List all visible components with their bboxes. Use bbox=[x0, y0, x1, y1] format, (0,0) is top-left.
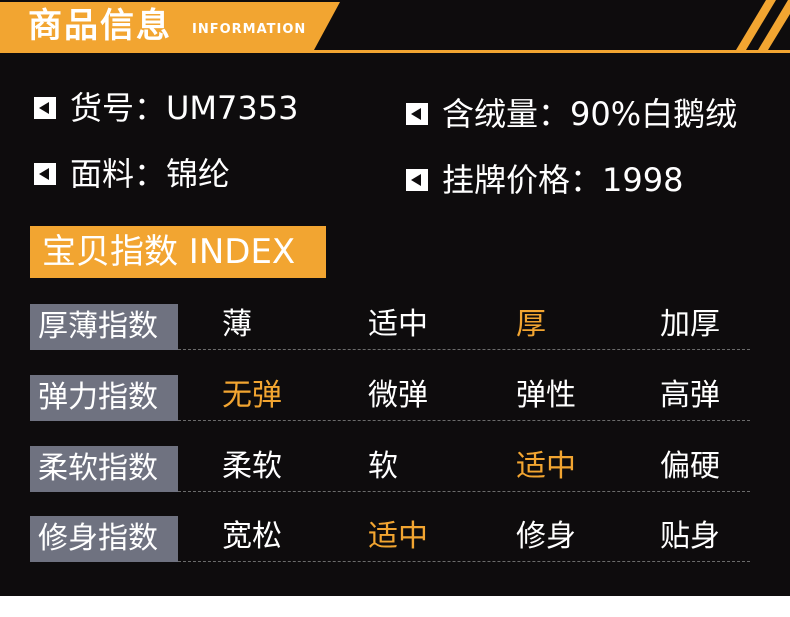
scale-label: 厚薄指数 bbox=[38, 309, 158, 344]
info-tag-price-text: 挂牌价格：1998 bbox=[442, 161, 684, 199]
scale-row-fit: 修身指数 宽松 适中 修身 贴身 bbox=[30, 516, 750, 564]
scale-option: 修身 bbox=[516, 519, 576, 554]
info-item-number: 货号：UM7353 bbox=[34, 88, 298, 128]
section-header: 商品信息 INFORMATION bbox=[0, 0, 790, 53]
scale-label-box: 柔软指数 bbox=[30, 446, 178, 492]
info-item-number-text: 货号：UM7353 bbox=[70, 89, 299, 127]
bullet-arrow-icon bbox=[406, 103, 428, 125]
header-stripes-icon bbox=[736, 0, 790, 50]
header-subtitle: INFORMATION bbox=[192, 22, 307, 37]
scale-option: 加厚 bbox=[660, 307, 720, 342]
info-down-content-text: 含绒量：90%白鹅绒 bbox=[442, 95, 738, 133]
scale-option: 贴身 bbox=[660, 519, 720, 554]
bullet-arrow-icon bbox=[406, 169, 428, 191]
scale-option: 高弹 bbox=[660, 378, 720, 413]
header-underline bbox=[0, 50, 790, 53]
scale-option: 柔软 bbox=[222, 449, 282, 484]
scale-row-elasticity: 弹力指数 无弹 微弹 弹性 高弹 bbox=[30, 375, 750, 423]
scale-label: 修身指数 bbox=[38, 521, 158, 556]
scale-option: 弹性 bbox=[516, 378, 576, 413]
scale-row-thickness: 厚薄指数 薄 适中 厚 加厚 bbox=[30, 304, 750, 352]
scale-label: 弹力指数 bbox=[38, 380, 158, 415]
scale-option-selected: 厚 bbox=[516, 307, 546, 342]
scale-label: 柔软指数 bbox=[38, 451, 158, 486]
scale-option-selected: 适中 bbox=[368, 519, 428, 554]
info-down-content: 含绒量：90%白鹅绒 bbox=[406, 94, 737, 134]
scale-option: 微弹 bbox=[368, 378, 428, 413]
scale-label-box: 弹力指数 bbox=[30, 375, 178, 421]
index-title: 宝贝指数 INDEX bbox=[42, 232, 296, 272]
scale-option: 适中 bbox=[368, 307, 428, 342]
bullet-arrow-icon bbox=[34, 163, 56, 185]
index-title-tag: 宝贝指数 INDEX bbox=[30, 226, 326, 278]
info-fabric-text: 面料：锦纶 bbox=[70, 155, 231, 193]
scale-divider bbox=[178, 420, 750, 421]
product-info-panel: 商品信息 INFORMATION 货号：UM7353 面料：锦纶 含绒量：90%… bbox=[0, 0, 790, 596]
info-tag-price: 挂牌价格：1998 bbox=[406, 160, 683, 200]
scale-option: 宽松 bbox=[222, 519, 282, 554]
header-tab: 商品信息 INFORMATION bbox=[0, 2, 340, 50]
scale-option-selected: 适中 bbox=[516, 449, 576, 484]
scale-option: 薄 bbox=[222, 307, 252, 342]
scale-option: 偏硬 bbox=[660, 449, 720, 484]
scale-divider bbox=[178, 561, 750, 562]
bullet-arrow-icon bbox=[34, 97, 56, 119]
info-fabric: 面料：锦纶 bbox=[34, 154, 230, 194]
scale-option-selected: 无弹 bbox=[222, 378, 282, 413]
scale-option: 软 bbox=[368, 449, 398, 484]
scale-label-box: 厚薄指数 bbox=[30, 304, 178, 350]
scale-row-softness: 柔软指数 柔软 软 适中 偏硬 bbox=[30, 446, 750, 494]
scale-divider bbox=[178, 349, 750, 350]
scale-divider bbox=[178, 491, 750, 492]
header-title: 商品信息 bbox=[28, 6, 172, 46]
scale-label-box: 修身指数 bbox=[30, 516, 178, 562]
